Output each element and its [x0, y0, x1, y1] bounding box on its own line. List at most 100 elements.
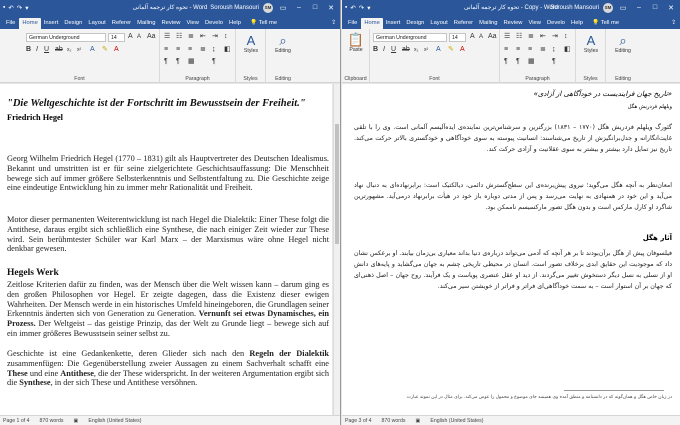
grow-font-icon[interactable]: A: [470, 33, 475, 41]
text-effects-icon[interactable]: A: [436, 46, 441, 54]
share-button[interactable]: ⇪: [668, 18, 680, 29]
superscript-icon[interactable]: x²: [77, 46, 81, 54]
styles-button[interactable]: A Styles: [578, 34, 604, 55]
scroll-thumb[interactable]: [335, 124, 339, 244]
language[interactable]: English (United States): [430, 418, 483, 424]
tab-design[interactable]: Design: [61, 18, 85, 29]
font-color-icon[interactable]: A: [114, 46, 119, 54]
superscript-icon[interactable]: x²: [424, 46, 428, 54]
redo-icon[interactable]: ↷: [17, 4, 22, 12]
minimize-icon[interactable]: –: [633, 4, 645, 11]
tab-references[interactable]: Referer: [109, 18, 134, 29]
rtl-icon[interactable]: ¶: [516, 58, 520, 66]
numbering-icon[interactable]: ☷: [516, 33, 522, 41]
borders-icon[interactable]: ▦: [188, 58, 195, 66]
customize-qat-icon[interactable]: ▾: [367, 4, 370, 12]
italic-icon[interactable]: I: [383, 46, 385, 54]
avatar[interactable]: SM: [603, 2, 613, 13]
strikethrough-icon[interactable]: ab: [55, 46, 63, 54]
highlight-icon[interactable]: ✎: [448, 46, 454, 54]
bullets-icon[interactable]: ☰: [164, 33, 170, 41]
align-right-icon[interactable]: ≡: [528, 46, 532, 54]
word-count[interactable]: 870 words: [40, 418, 64, 424]
justify-icon[interactable]: ≣: [540, 46, 546, 54]
document-page[interactable]: «تاریخ جهان فرایندیست در خودآگاهی از آزا…: [342, 84, 680, 415]
sort-icon[interactable]: ↕: [224, 33, 228, 41]
tab-view[interactable]: View: [526, 18, 544, 29]
tab-design[interactable]: Design: [403, 18, 427, 29]
editing-button[interactable]: ⌕ Editing: [608, 34, 638, 55]
align-left-icon[interactable]: ≡: [164, 46, 168, 54]
line-spacing-icon[interactable]: ↨: [552, 46, 556, 54]
styles-button[interactable]: A Styles: [238, 34, 264, 55]
close-icon[interactable]: ✕: [325, 4, 337, 12]
word-count[interactable]: 870 words: [382, 418, 406, 424]
subscript-icon[interactable]: x₂: [67, 46, 71, 54]
page-count[interactable]: Page 1 of 4: [3, 418, 30, 424]
tab-home[interactable]: Home: [19, 18, 41, 29]
bold-icon[interactable]: B: [373, 46, 378, 54]
underline-icon[interactable]: U: [44, 46, 49, 54]
shading-icon[interactable]: ◧: [564, 46, 571, 54]
multilevel-list-icon[interactable]: ≣: [188, 33, 194, 41]
bold-icon[interactable]: B: [26, 46, 31, 54]
proofing-icon[interactable]: ▣: [73, 418, 78, 424]
font-size-box[interactable]: 14: [449, 33, 466, 42]
rtl-icon[interactable]: ¶: [176, 58, 180, 66]
align-right-icon[interactable]: ≡: [188, 46, 192, 54]
tab-developer[interactable]: Develo: [202, 18, 226, 29]
ltr-icon[interactable]: ¶: [504, 58, 508, 66]
tab-home[interactable]: Home: [361, 18, 383, 29]
tell-me-search[interactable]: 💡 Tell me: [589, 18, 622, 29]
font-name-box[interactable]: German Underground: [26, 33, 106, 42]
line-spacing-icon[interactable]: ↨: [212, 46, 216, 54]
ribbon-display-icon[interactable]: ▭: [617, 4, 629, 12]
align-left-icon[interactable]: ≡: [504, 46, 508, 54]
font-name-box[interactable]: German Underground: [373, 33, 447, 42]
increase-indent-icon[interactable]: ⇥: [552, 33, 558, 41]
tab-layout[interactable]: Layout: [427, 18, 450, 29]
close-icon[interactable]: ✕: [665, 4, 677, 12]
tab-review[interactable]: Review: [158, 18, 183, 29]
underline-icon[interactable]: U: [391, 46, 396, 54]
maximize-icon[interactable]: □: [309, 4, 321, 11]
highlight-icon[interactable]: ✎: [102, 46, 108, 54]
font-size-box[interactable]: 14: [108, 33, 125, 42]
strikethrough-icon[interactable]: ab: [402, 46, 410, 54]
bullets-icon[interactable]: ☰: [504, 33, 510, 41]
vertical-scrollbar[interactable]: [333, 84, 340, 415]
text-effects-icon[interactable]: A: [90, 46, 95, 54]
change-case-icon[interactable]: Aa: [147, 33, 156, 41]
proofing-icon[interactable]: ▣: [415, 418, 420, 424]
tab-mailings[interactable]: Mailing: [134, 18, 158, 29]
shrink-font-icon[interactable]: A: [137, 33, 141, 41]
tell-me-search[interactable]: 💡 Tell me: [247, 18, 280, 29]
tab-mailings[interactable]: Mailing: [476, 18, 500, 29]
tab-view[interactable]: View: [184, 18, 202, 29]
tab-help[interactable]: Help: [226, 18, 244, 29]
justify-icon[interactable]: ≣: [200, 46, 206, 54]
grow-font-icon[interactable]: A: [128, 33, 133, 41]
ltr-icon[interactable]: ¶: [164, 58, 168, 66]
show-marks-icon[interactable]: ¶: [552, 58, 556, 66]
decrease-indent-icon[interactable]: ⇤: [540, 33, 546, 41]
tab-references[interactable]: Referer: [451, 18, 476, 29]
document-page[interactable]: "Die Weltgeschichte ist der Fortschritt …: [0, 84, 332, 415]
undo-icon[interactable]: ↶: [8, 4, 13, 12]
tab-review[interactable]: Review: [500, 18, 525, 29]
show-marks-icon[interactable]: ¶: [212, 58, 216, 66]
page-count[interactable]: Page 3 of 4: [345, 418, 372, 424]
customize-qat-icon[interactable]: ▾: [25, 4, 28, 12]
align-center-icon[interactable]: ≡: [176, 46, 180, 54]
increase-indent-icon[interactable]: ⇥: [212, 33, 218, 41]
tab-file[interactable]: File: [344, 18, 361, 29]
shrink-font-icon[interactable]: A: [479, 33, 483, 41]
undo-icon[interactable]: ↶: [350, 4, 355, 12]
save-icon[interactable]: ▪: [3, 4, 5, 11]
language[interactable]: English (United States): [88, 418, 141, 424]
ribbon-display-icon[interactable]: ▭: [277, 4, 289, 12]
subscript-icon[interactable]: x₂: [414, 46, 418, 54]
avatar[interactable]: SM: [263, 2, 273, 13]
share-button[interactable]: ⇪: [328, 18, 340, 29]
tab-insert[interactable]: Insert: [41, 18, 62, 29]
